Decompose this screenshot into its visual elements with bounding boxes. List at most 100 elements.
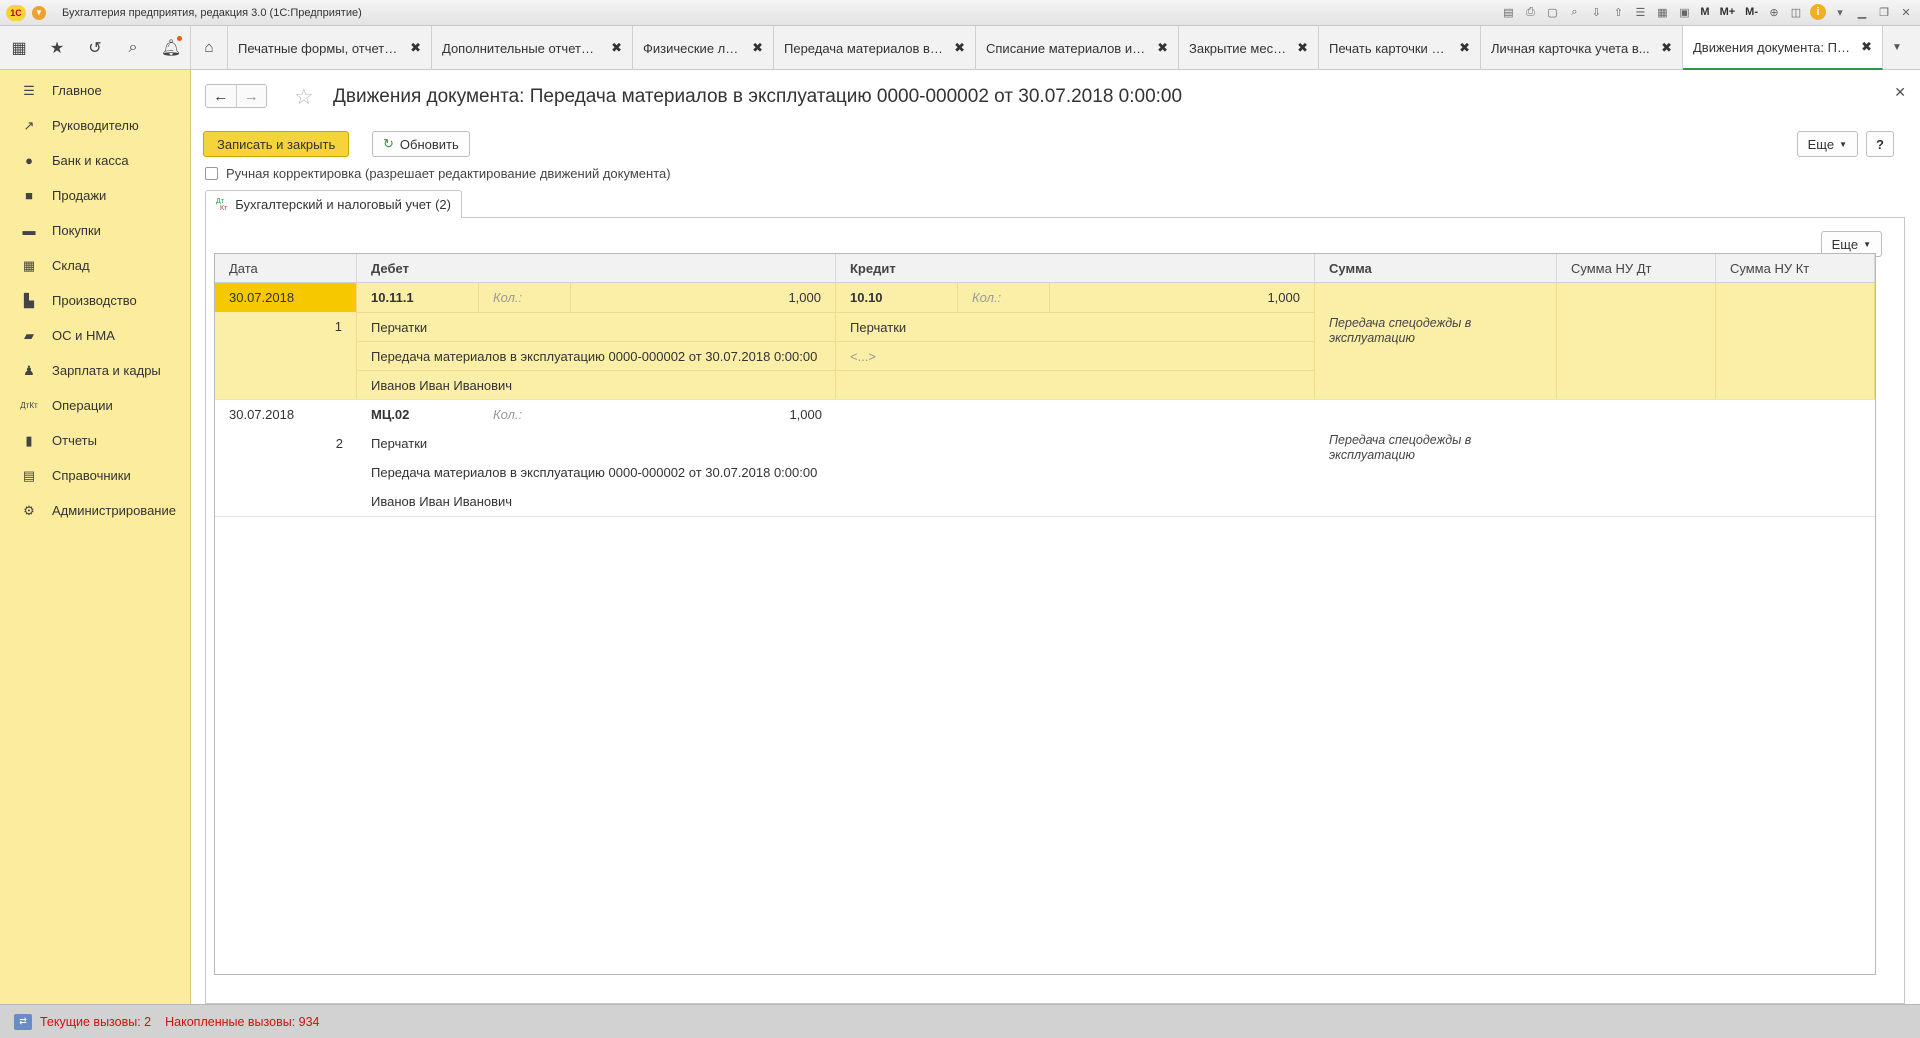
close-tab-icon[interactable]: ✖ xyxy=(1297,40,1308,56)
sidebar-item-directories[interactable]: ▤ Справочники xyxy=(0,458,190,493)
tab-additional-reports[interactable]: Дополнительные отчеты и... ✖ xyxy=(432,26,633,70)
search-icon[interactable]: ⌕ xyxy=(114,26,152,70)
sidebar-item-salary-hr[interactable]: ♟ Зарплата и кадры xyxy=(0,353,190,388)
debit-cell[interactable]: МЦ.02 Кол.: 1,000 Перчатки Передача мате… xyxy=(357,400,836,516)
calculator-icon[interactable]: ▦ xyxy=(1654,4,1670,20)
print-icon[interactable]: ⎙ xyxy=(1522,4,1538,20)
gear-icon: ⚙ xyxy=(23,502,35,518)
close-tab-icon[interactable]: ✖ xyxy=(1661,40,1672,56)
tab-ppe-card-print[interactable]: Печать карточки СИЗ ✖ xyxy=(1319,26,1481,70)
credit-cell[interactable] xyxy=(836,400,1315,516)
memory-m-button[interactable]: M xyxy=(1698,4,1711,20)
close-tab-icon[interactable]: ✖ xyxy=(1157,40,1168,56)
manual-edit-checkbox[interactable] xyxy=(205,167,218,180)
tab-print-forms[interactable]: Печатные формы, отчеты ... ✖ xyxy=(228,26,432,70)
tax-sum-credit-cell[interactable] xyxy=(1716,283,1875,399)
calendar-icon[interactable]: ▣ xyxy=(1676,4,1692,20)
date-cell[interactable]: 30.07.2018 2 xyxy=(215,400,357,516)
sidebar-item-warehouse[interactable]: ▦ Склад xyxy=(0,248,190,283)
sidebar-item-label: Склад xyxy=(52,258,90,273)
close-tab-icon[interactable]: ✖ xyxy=(611,40,622,56)
upload-icon[interactable]: ⇧ xyxy=(1610,4,1626,20)
sidebar-item-main[interactable]: ☰ Главное xyxy=(0,73,190,108)
sidebar-item-reports[interactable]: ▮ Отчеты xyxy=(0,423,190,458)
column-header-date[interactable]: Дата xyxy=(215,254,357,282)
tab-month-closing[interactable]: Закрытие месяца ✖ xyxy=(1179,26,1319,70)
tab-document-movements[interactable]: Движения документа: Пе... ✖ xyxy=(1683,26,1883,70)
close-tab-icon[interactable]: ✖ xyxy=(1459,40,1470,56)
info-icon[interactable]: i xyxy=(1810,4,1826,20)
bell-icon[interactable]: 🔔︎ xyxy=(152,26,190,70)
more-button[interactable]: Еще ▼ xyxy=(1796,131,1858,157)
column-header-tax-sum-credit[interactable]: Сумма НУ Кт xyxy=(1716,254,1875,282)
find-icon[interactable]: ⌕ xyxy=(1566,4,1582,20)
favorite-star-icon[interactable]: ☆ xyxy=(294,84,314,110)
sidebar-item-administration[interactable]: ⚙ Администрирование xyxy=(0,493,190,528)
book-icon: ▤ xyxy=(22,467,36,483)
column-header-debit[interactable]: Дебет xyxy=(357,254,836,282)
help-button[interactable]: ? xyxy=(1866,131,1894,157)
column-header-credit[interactable]: Кредит xyxy=(836,254,1315,282)
sidebar-item-purchases[interactable]: ▬ Покупки xyxy=(0,213,190,248)
tab-materials-transfer[interactable]: Передача материалов в э... ✖ xyxy=(774,26,976,70)
forward-arrow-icon[interactable]: → xyxy=(235,85,267,107)
zoom-icon[interactable]: ⊕ xyxy=(1766,4,1782,20)
memory-m-minus-button[interactable]: M- xyxy=(1743,4,1760,20)
sidebar-item-fixed-assets[interactable]: ▰ ОС и НМА xyxy=(0,318,190,353)
save-and-close-button[interactable]: Записать и закрыть xyxy=(203,131,350,157)
sidebar-item-sales[interactable]: ■ Продажи xyxy=(0,178,190,213)
sidebar-item-bank-cash[interactable]: ● Банк и касса xyxy=(0,143,190,178)
sidebar-item-manager[interactable]: ↗ Руководителю xyxy=(0,108,190,143)
current-calls: Текущие вызовы: 2 xyxy=(40,1014,152,1029)
back-arrow-icon[interactable]: ← xyxy=(206,85,236,107)
sidebar-item-operations[interactable]: ДтКт Операции xyxy=(0,388,190,423)
info-dropdown-icon[interactable]: ▾ xyxy=(1832,4,1848,20)
refresh-button[interactable]: ↻ Обновить xyxy=(372,131,470,157)
tab-personal-card[interactable]: Личная карточка учета в... ✖ xyxy=(1481,26,1683,70)
close-tab-icon[interactable]: ✖ xyxy=(954,40,965,56)
restore-icon[interactable]: ❐ xyxy=(1876,4,1892,20)
column-header-sum[interactable]: Сумма xyxy=(1315,254,1557,282)
list-icon[interactable]: ☰ xyxy=(1632,4,1648,20)
sum-cell[interactable]: Передача спецодежды в эксплуатацию xyxy=(1315,283,1557,399)
sections-sidebar: ☰ Главное ↗ Руководителю ● Банк и касса ■ Пр… xyxy=(0,70,191,1004)
sidebar-item-production[interactable]: ▙ Производство xyxy=(0,283,190,318)
preview-icon[interactable]: ▢ xyxy=(1544,4,1560,20)
home-icon[interactable]: ⌂ xyxy=(190,26,228,69)
close-tab-icon[interactable]: ✖ xyxy=(752,40,763,56)
tax-sum-debit-cell[interactable] xyxy=(1557,400,1716,516)
panels-icon[interactable]: ◫ xyxy=(1788,4,1804,20)
movements-table[interactable]: Дата Дебет Кредит Сумма Сумма НУ Дт Сумм… xyxy=(214,253,1876,975)
date-cell[interactable]: 30.07.2018 1 xyxy=(215,283,357,399)
tax-sum-debit-cell[interactable] xyxy=(1557,283,1716,399)
close-window-icon[interactable]: ✕ xyxy=(1898,4,1914,20)
tab-individuals[interactable]: Физические лица ✖ xyxy=(633,26,774,70)
save-icon[interactable]: ▤ xyxy=(1500,4,1516,20)
tab-materials-write-off[interactable]: Списание материалов из ... ✖ xyxy=(976,26,1179,70)
credit-cell[interactable]: 10.10 Кол.: 1,000 Перчатки <...> xyxy=(836,283,1315,399)
tab-label: Дополнительные отчеты и... xyxy=(442,40,604,56)
minimize-icon[interactable]: ▁ xyxy=(1854,4,1870,20)
download-icon[interactable]: ⇩ xyxy=(1588,4,1604,20)
close-tab-icon[interactable]: ✖ xyxy=(1861,39,1872,55)
table-row[interactable]: 30.07.2018 2 МЦ.02 Кол.: 1,000 Перчатки … xyxy=(215,400,1875,517)
tax-sum-credit-cell[interactable] xyxy=(1716,400,1875,516)
column-header-tax-sum-debit[interactable]: Сумма НУ Дт xyxy=(1557,254,1716,282)
tabs-dropdown-icon[interactable]: ▼ xyxy=(1883,26,1911,69)
server-calls-icon[interactable]: ⇄ xyxy=(14,1013,32,1030)
memory-m-plus-button[interactable]: M+ xyxy=(1718,4,1738,20)
1c-logo-icon[interactable]: 1С xyxy=(6,4,26,21)
close-tab-icon[interactable]: ✖ xyxy=(410,40,421,56)
history-icon[interactable]: ↺ xyxy=(76,26,114,70)
tab-accounting-tax[interactable]: Дт Кт Бухгалтерский и налоговый учет (2) xyxy=(205,190,462,218)
close-form-icon[interactable]: ✕ xyxy=(1894,84,1906,101)
sum-cell[interactable]: Передача спецодежды в эксплуатацию xyxy=(1315,400,1557,516)
debit-cell[interactable]: 10.11.1 Кол.: 1,000 Перчатки Передача ма… xyxy=(357,283,836,399)
favorites-star-icon[interactable]: ★ xyxy=(38,26,76,70)
main-menu-dropdown-icon[interactable]: ▼ xyxy=(32,5,46,20)
apps-grid-icon[interactable]: ▦ xyxy=(0,26,38,70)
credit-account: 10.10 xyxy=(836,283,958,312)
table-row[interactable]: 30.07.2018 1 10.11.1 Кол.: 1,000 Перчатк… xyxy=(215,283,1875,400)
cart-icon: ▬ xyxy=(22,223,36,238)
manual-edit-row: Ручная корректировка (разрешает редактир… xyxy=(205,166,671,181)
